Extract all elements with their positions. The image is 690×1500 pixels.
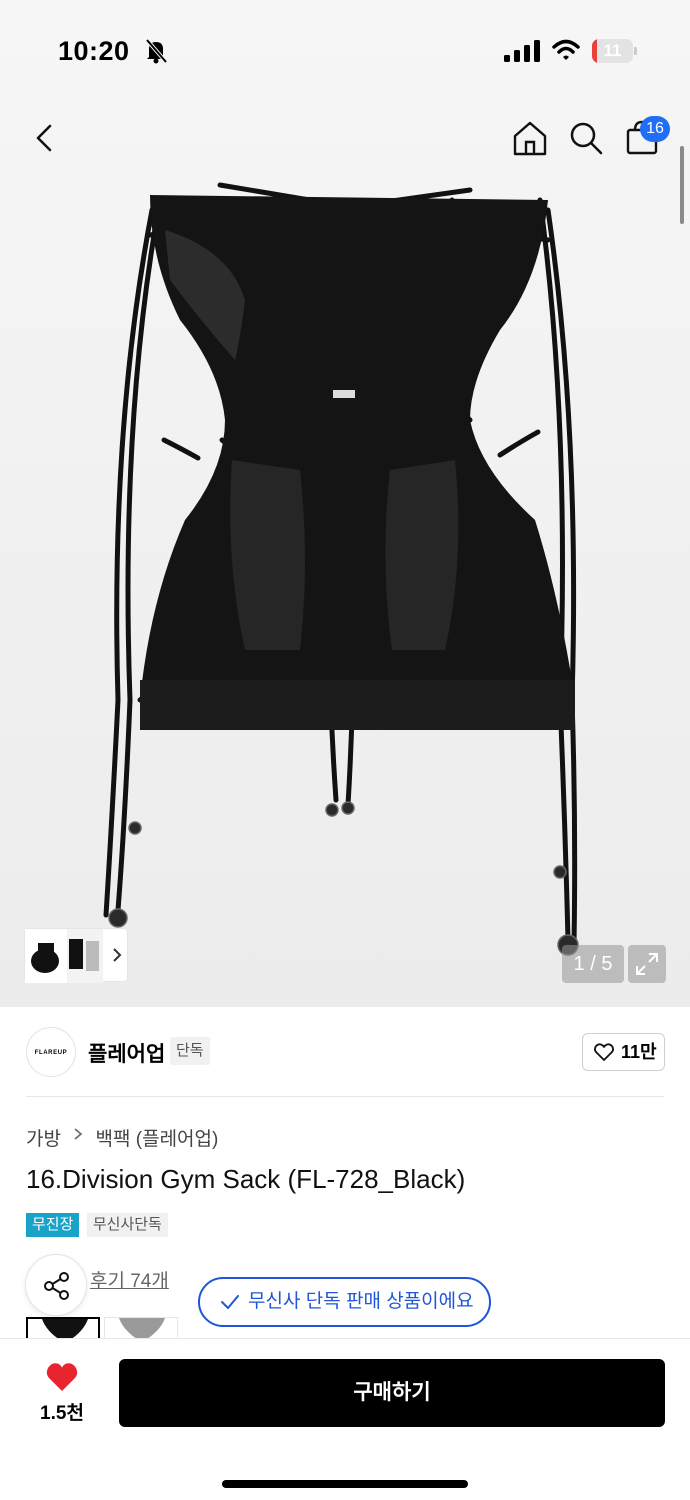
- breadcrumb: 가방 백팩 (플레어업): [26, 1124, 218, 1151]
- battery-icon: 11: [592, 39, 638, 63]
- toast-text: 무신사 단독 판매 상품이에요: [248, 1291, 474, 1312]
- chevron-right-icon[interactable]: [110, 946, 124, 964]
- breadcrumb-category[interactable]: 가방: [26, 1124, 61, 1151]
- brand-exclusive-tag: 단독: [170, 1037, 210, 1065]
- exclusive-toast: 무신사 단독 판매 상품이에요: [198, 1277, 491, 1327]
- image-page-counter: 1 / 5: [562, 945, 624, 983]
- check-icon: [221, 1295, 239, 1309]
- share-icon: [44, 1272, 69, 1300]
- product-title: 16.Division Gym Sack (FL-728_Black): [26, 1164, 466, 1194]
- brand-like-button[interactable]: 11만: [582, 1033, 665, 1071]
- tag-musinsa-exclusive: 무신사단독: [86, 1213, 168, 1237]
- status-time: 10:20: [58, 36, 130, 66]
- expand-icon: [636, 953, 658, 975]
- bell-slash-icon: [145, 38, 168, 64]
- buy-button[interactable]: 구매하기: [119, 1359, 665, 1427]
- breadcrumb-subcategory[interactable]: 백팩 (플레어업): [96, 1124, 219, 1151]
- heart-outline-icon: [594, 1043, 614, 1061]
- cart-count-badge: 16: [640, 116, 670, 142]
- scroll-indicator[interactable]: [680, 146, 684, 224]
- brand-row: FLAREUP 플레어업 단독 11만: [0, 1007, 690, 1097]
- divider: [26, 1096, 664, 1097]
- tag-mujinjang: 무진장: [26, 1213, 80, 1237]
- review-link[interactable]: 후기 74개: [90, 1266, 169, 1293]
- heart-icon[interactable]: [46, 1362, 78, 1392]
- status-bar: 10:20 11: [0, 0, 690, 100]
- brand-like-count: 11만: [621, 1042, 657, 1062]
- chevron-left-icon[interactable]: [26, 118, 66, 158]
- wishlist-count: 1.5천: [40, 1403, 84, 1424]
- product-tags: 무진장 무신사단독: [26, 1213, 171, 1237]
- brand-logo[interactable]: FLAREUP: [26, 1027, 76, 1077]
- cellular-signal-icon: [504, 40, 540, 62]
- share-button[interactable]: [25, 1254, 87, 1316]
- home-indicator: [222, 1480, 468, 1488]
- chevron-right-icon: [74, 1127, 83, 1140]
- wifi-icon: [552, 39, 580, 60]
- brand-name[interactable]: 플레어업: [88, 1038, 165, 1068]
- search-icon[interactable]: [566, 118, 606, 158]
- home-icon[interactable]: [510, 118, 550, 158]
- expand-button[interactable]: [628, 945, 666, 983]
- battery-level: 11: [603, 41, 622, 60]
